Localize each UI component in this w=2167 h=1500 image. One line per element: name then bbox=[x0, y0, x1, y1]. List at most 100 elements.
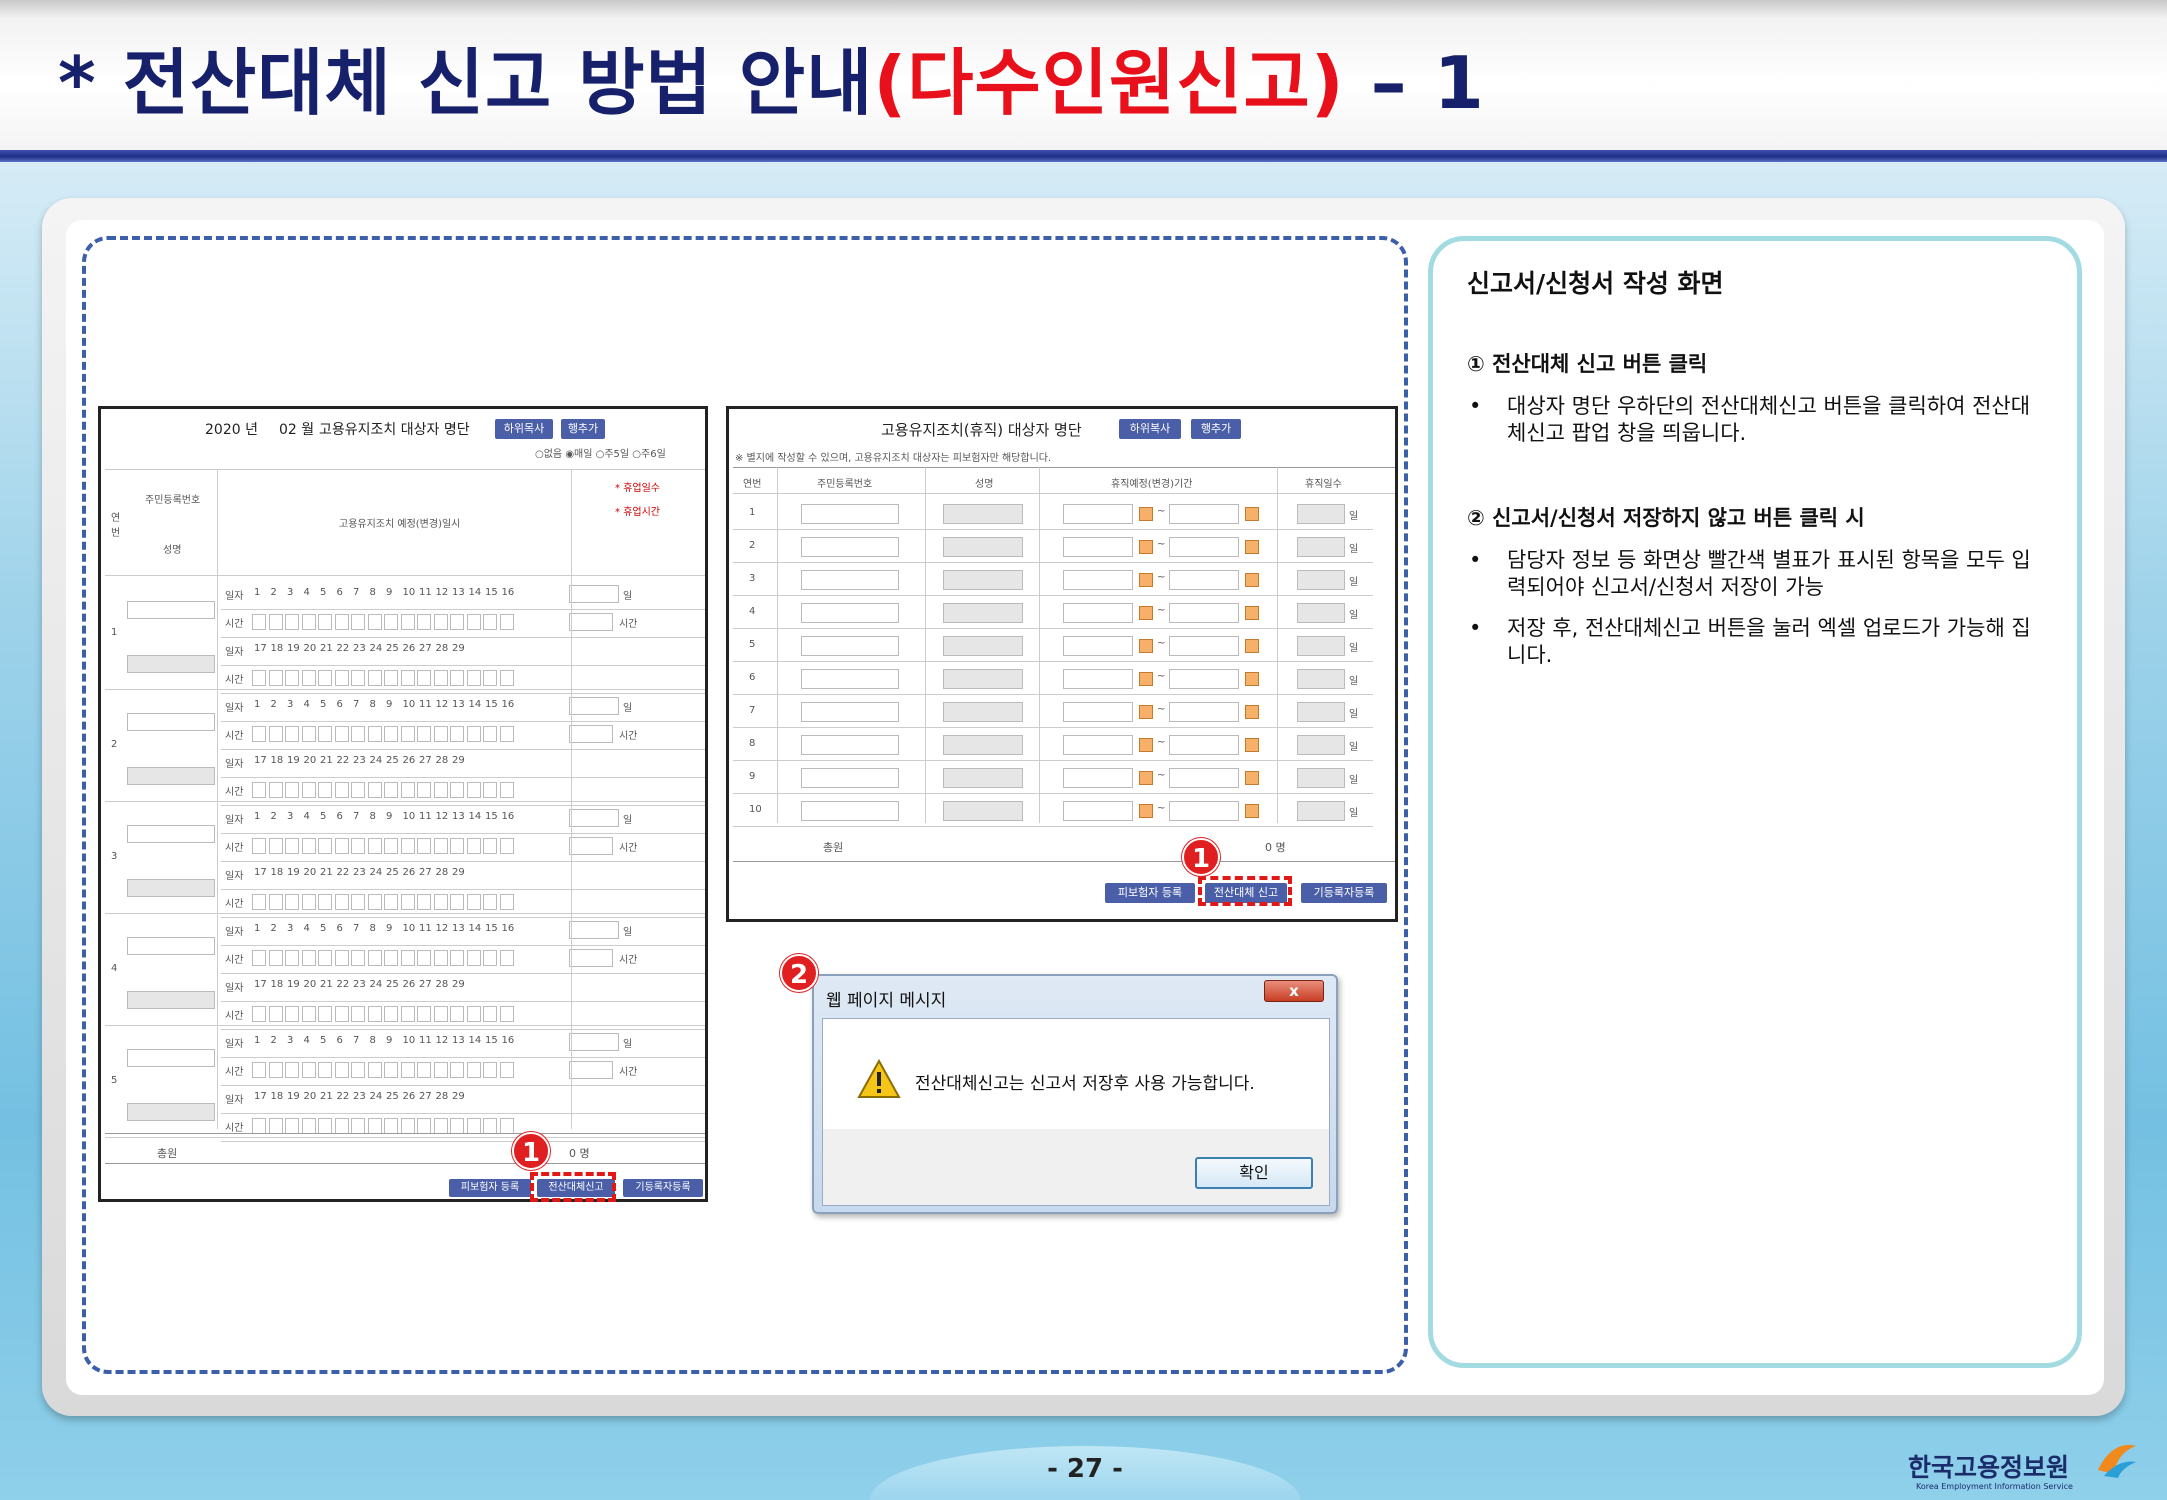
s1-hour-input[interactable] bbox=[433, 1062, 448, 1078]
s2-days-input[interactable] bbox=[1297, 801, 1345, 821]
s1-hour-input[interactable] bbox=[318, 1062, 332, 1078]
s2-days-input[interactable] bbox=[1297, 735, 1345, 755]
s2-calendar-icon[interactable] bbox=[1245, 507, 1259, 521]
s2-reg-input[interactable] bbox=[801, 801, 899, 821]
s1-hour-input[interactable] bbox=[318, 1118, 332, 1134]
s1-hours-input[interactable] bbox=[569, 613, 613, 631]
s1-hour-input[interactable] bbox=[400, 950, 415, 966]
s2-end-date-input[interactable] bbox=[1169, 603, 1239, 623]
s1-hour-input[interactable] bbox=[400, 1006, 415, 1022]
s2-calendar-icon[interactable] bbox=[1245, 639, 1259, 653]
s1-hour-input[interactable] bbox=[499, 894, 514, 910]
s1-hour-input[interactable] bbox=[367, 1118, 382, 1134]
s2-calendar-icon[interactable] bbox=[1139, 672, 1153, 686]
s1-hour-input[interactable] bbox=[268, 1062, 283, 1078]
s2-calendar-icon[interactable] bbox=[1139, 540, 1153, 554]
s2-calendar-icon[interactable] bbox=[1139, 606, 1153, 620]
s1-hour-input[interactable] bbox=[285, 894, 299, 910]
s2-add-row-button[interactable]: 행추가 bbox=[1191, 419, 1241, 439]
s2-calendar-icon[interactable] bbox=[1139, 705, 1153, 719]
s2-start-date-input[interactable] bbox=[1063, 570, 1133, 590]
s1-hour-input[interactable] bbox=[285, 838, 299, 854]
s1-hour-input[interactable] bbox=[384, 782, 398, 798]
s1-hour-input[interactable] bbox=[268, 1006, 283, 1022]
s2-end-date-input[interactable] bbox=[1169, 636, 1239, 656]
s1-hours-input[interactable] bbox=[569, 837, 613, 855]
s1-hour-input[interactable] bbox=[400, 838, 415, 854]
s1-hour-input[interactable] bbox=[351, 782, 365, 798]
s1-hour-input[interactable] bbox=[318, 894, 332, 910]
s1-hour-input[interactable] bbox=[318, 670, 332, 686]
s1-hour-input[interactable] bbox=[384, 1062, 398, 1078]
s1-hour-input[interactable] bbox=[384, 726, 398, 742]
s1-hour-input[interactable] bbox=[466, 726, 481, 742]
s1-hour-input[interactable] bbox=[318, 1006, 332, 1022]
s2-end-date-input[interactable] bbox=[1169, 801, 1239, 821]
s2-calendar-icon[interactable] bbox=[1139, 804, 1153, 818]
s1-hour-input[interactable] bbox=[384, 614, 398, 630]
s1-hour-input[interactable] bbox=[499, 1062, 514, 1078]
s2-reg-input[interactable] bbox=[801, 636, 899, 656]
s2-calendar-icon[interactable] bbox=[1245, 738, 1259, 752]
s1-hour-input[interactable] bbox=[450, 1062, 464, 1078]
s2-end-date-input[interactable] bbox=[1169, 735, 1239, 755]
s1-days-input[interactable] bbox=[569, 1033, 619, 1051]
s2-calendar-icon[interactable] bbox=[1245, 606, 1259, 620]
s2-name-input[interactable] bbox=[943, 504, 1023, 524]
s2-name-input[interactable] bbox=[943, 636, 1023, 656]
s2-end-date-input[interactable] bbox=[1169, 504, 1239, 524]
s2-end-date-input[interactable] bbox=[1169, 702, 1239, 722]
s1-hour-input[interactable] bbox=[285, 782, 299, 798]
s1-hour-input[interactable] bbox=[384, 1006, 398, 1022]
s2-calendar-icon[interactable] bbox=[1139, 573, 1153, 587]
s1-hour-input[interactable] bbox=[384, 894, 398, 910]
s1-hour-input[interactable] bbox=[417, 726, 431, 742]
s1-registered-button[interactable]: 기등록자등록 bbox=[623, 1179, 703, 1197]
s1-days-input[interactable] bbox=[569, 809, 619, 827]
s1-hour-input[interactable] bbox=[318, 614, 332, 630]
s1-hour-input[interactable] bbox=[367, 950, 382, 966]
s1-hour-input[interactable] bbox=[483, 950, 497, 966]
s2-days-input[interactable] bbox=[1297, 504, 1345, 524]
s2-start-date-input[interactable] bbox=[1063, 603, 1133, 623]
s1-hour-input[interactable] bbox=[499, 838, 514, 854]
s1-hour-input[interactable] bbox=[334, 782, 349, 798]
s1-hour-input[interactable] bbox=[499, 950, 514, 966]
s1-hour-input[interactable] bbox=[417, 1006, 431, 1022]
s1-hour-input[interactable] bbox=[318, 950, 332, 966]
s1-hour-input[interactable] bbox=[466, 838, 481, 854]
s1-days-input[interactable] bbox=[569, 585, 619, 603]
s1-name-input[interactable] bbox=[127, 879, 215, 897]
s1-hour-input[interactable] bbox=[400, 670, 415, 686]
s1-hour-input[interactable] bbox=[268, 614, 283, 630]
s1-hour-input[interactable] bbox=[499, 782, 514, 798]
s1-hour-input[interactable] bbox=[334, 1118, 349, 1134]
s2-days-input[interactable] bbox=[1297, 669, 1345, 689]
s1-hour-input[interactable] bbox=[466, 782, 481, 798]
s2-name-input[interactable] bbox=[943, 735, 1023, 755]
s1-copy-button[interactable]: 하위목사 bbox=[495, 419, 553, 439]
s1-hour-input[interactable] bbox=[433, 726, 448, 742]
s1-hour-input[interactable] bbox=[268, 782, 283, 798]
s1-hour-input[interactable] bbox=[483, 894, 497, 910]
s1-hour-input[interactable] bbox=[285, 726, 299, 742]
s1-hour-input[interactable] bbox=[433, 894, 448, 910]
s1-hour-input[interactable] bbox=[400, 894, 415, 910]
s2-start-date-input[interactable] bbox=[1063, 801, 1133, 821]
s1-hour-input[interactable] bbox=[318, 782, 332, 798]
s1-hour-input[interactable] bbox=[384, 1118, 398, 1134]
s1-reg-input[interactable] bbox=[127, 825, 215, 843]
s1-hour-input[interactable] bbox=[417, 670, 431, 686]
s2-reg-input[interactable] bbox=[801, 537, 899, 557]
s1-hour-input[interactable] bbox=[268, 950, 283, 966]
s1-hour-input[interactable] bbox=[466, 1006, 481, 1022]
s1-hour-input[interactable] bbox=[466, 894, 481, 910]
s1-hour-input[interactable] bbox=[499, 670, 514, 686]
s1-hour-input[interactable] bbox=[466, 614, 481, 630]
s1-hour-input[interactable] bbox=[450, 670, 464, 686]
s1-hour-input[interactable] bbox=[252, 1118, 266, 1134]
s1-hour-input[interactable] bbox=[433, 670, 448, 686]
s2-name-input[interactable] bbox=[943, 603, 1023, 623]
s2-copy-button[interactable]: 하위복사 bbox=[1119, 419, 1181, 439]
s1-hour-input[interactable] bbox=[301, 782, 316, 798]
